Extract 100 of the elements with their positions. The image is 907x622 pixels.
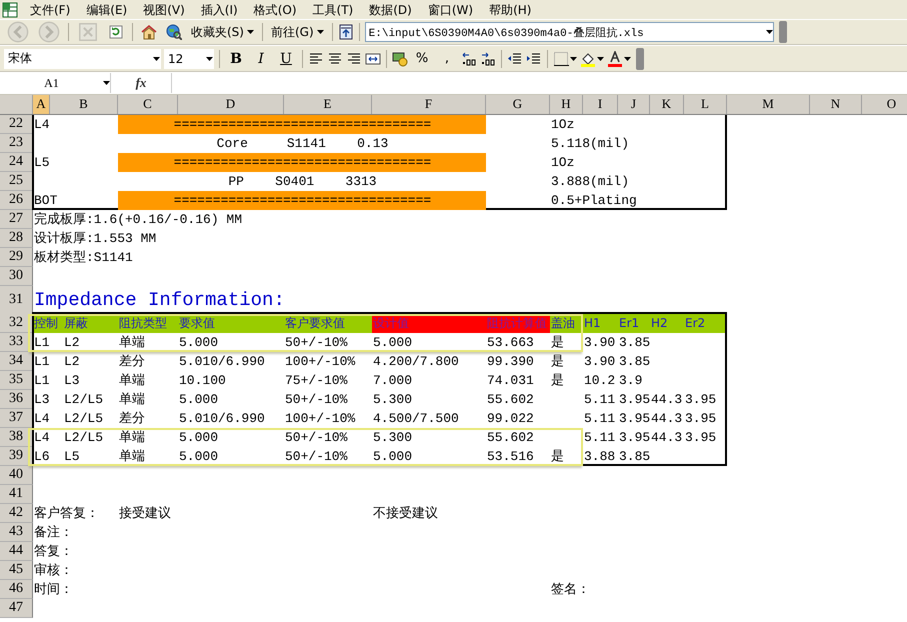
row-header[interactable]: 45 (0, 561, 33, 580)
column-heading: 控制 (33, 315, 58, 332)
row-header[interactable]: 30 (0, 267, 33, 286)
globe-search-icon[interactable] (166, 24, 182, 40)
menu-item[interactable]: 文件(F) (22, 0, 78, 18)
row-header[interactable]: 47 (0, 599, 33, 618)
align-center-icon[interactable] (327, 50, 343, 66)
column-header[interactable]: D (178, 95, 284, 114)
row-header[interactable]: 28 (0, 229, 33, 248)
table-cell-text: 3.90 (583, 334, 616, 352)
dropdown-caret-icon[interactable] (153, 56, 160, 60)
column-header[interactable]: E (284, 95, 372, 114)
row-header[interactable]: 46 (0, 580, 33, 599)
caret-icon[interactable] (316, 30, 324, 34)
column-header[interactable]: H (550, 95, 583, 114)
dropdown-caret-icon[interactable] (766, 30, 773, 34)
underline-button[interactable]: U (275, 48, 297, 70)
table-cell-text: L4 (33, 116, 50, 134)
fill-color-icon[interactable] (580, 50, 596, 66)
refresh-icon[interactable] (108, 24, 124, 40)
toolbar-handle[interactable] (778, 21, 787, 43)
dropdown-button[interactable]: 前往(G) (268, 21, 327, 43)
dropdown-caret-icon[interactable] (206, 56, 213, 60)
menu-item[interactable]: 帮助(H) (481, 0, 540, 18)
menu-item[interactable]: 格式(O) (246, 0, 305, 18)
row-header[interactable]: 36 (0, 390, 33, 409)
column-header[interactable]: J (618, 95, 650, 114)
row-header[interactable]: 31 (0, 286, 33, 315)
column-header[interactable]: C (118, 95, 178, 114)
column-header[interactable]: M (727, 95, 810, 114)
row-header[interactable]: 22 (0, 115, 33, 134)
menu-item[interactable]: 视图(V) (135, 0, 193, 18)
row-header[interactable]: 34 (0, 352, 33, 371)
increase-decimal-icon[interactable] (461, 50, 477, 66)
row-header[interactable]: 29 (0, 248, 33, 267)
home-icon[interactable] (141, 24, 157, 40)
caret-icon[interactable] (246, 30, 254, 34)
menu-item[interactable]: 插入(I) (192, 0, 246, 18)
row-header[interactable]: 27 (0, 210, 33, 229)
menu-item[interactable]: 编辑(E) (78, 0, 136, 18)
format-button[interactable]: , (436, 48, 458, 70)
column-header[interactable]: N (810, 95, 862, 114)
column-header[interactable]: A (33, 95, 50, 114)
align-left-icon[interactable] (308, 50, 324, 66)
table-cell-text: 3.85 (618, 334, 650, 352)
toolbar-handle[interactable] (636, 48, 644, 70)
caret-icon[interactable] (570, 56, 577, 60)
outdent-icon[interactable] (507, 50, 523, 66)
font-field[interactable]: 宋体 (4, 48, 161, 68)
menu-item[interactable]: 数据(D) (361, 0, 420, 18)
row-header[interactable]: 40 (0, 466, 33, 485)
row-header[interactable]: 42 (0, 504, 33, 523)
row-header[interactable]: 25 (0, 172, 33, 191)
row-header[interactable]: 26 (0, 191, 33, 210)
format-button[interactable]: % (411, 48, 433, 70)
row-header[interactable]: 41 (0, 485, 33, 504)
menu-item[interactable]: 工具(T) (304, 0, 362, 18)
bold-button[interactable]: B (225, 48, 247, 70)
table-cell-text: 备注： (33, 524, 73, 542)
row-header[interactable]: 35 (0, 371, 33, 390)
row-header[interactable]: 37 (0, 409, 33, 428)
borders-icon[interactable] (553, 50, 569, 66)
column-header[interactable]: K (650, 95, 684, 114)
table-cell-text: 是 (550, 334, 564, 352)
table-cell-text: 板材类型:S1141 (33, 249, 133, 267)
address-field[interactable]: E:\input\6S0390M4A0\6s0390m4a0-叠层阻抗.xls (364, 22, 774, 42)
column-header[interactable]: O (862, 95, 907, 114)
row-header[interactable]: 23 (0, 134, 33, 153)
dropdown-button[interactable]: 收藏夹(S) (188, 21, 257, 43)
caret-icon[interactable] (597, 56, 604, 60)
table-cell-text: 5.000 (372, 448, 412, 466)
column-header[interactable]: F (372, 95, 486, 114)
table-cell-text: 是 (550, 448, 564, 466)
menu-item[interactable]: 窗口(W) (420, 0, 482, 18)
indent-icon[interactable] (526, 50, 542, 66)
column-header[interactable]: B (50, 95, 118, 114)
table-cell-text: 50+/-10% (284, 334, 348, 352)
row-header[interactable]: 44 (0, 542, 33, 561)
row-header[interactable]: 39 (0, 447, 33, 466)
column-header[interactable]: L (684, 95, 727, 114)
italic-button[interactable]: I (250, 48, 272, 70)
dropdown-caret-icon[interactable] (103, 81, 110, 85)
table-cell-text: 10.100 (178, 372, 226, 390)
decrease-decimal-icon[interactable] (480, 50, 496, 66)
caret-icon[interactable] (624, 56, 631, 60)
column-header[interactable]: I (583, 95, 618, 114)
row-header[interactable]: 24 (0, 153, 33, 172)
row-header[interactable]: 43 (0, 523, 33, 542)
row-header[interactable]: 33 (0, 333, 33, 352)
align-right-icon[interactable] (346, 50, 362, 66)
function-button[interactable]: fx (111, 75, 171, 91)
row-header[interactable]: 38 (0, 428, 33, 447)
currency-icon[interactable] (392, 50, 408, 66)
row-header[interactable]: 32 (0, 314, 33, 333)
table-cell-text: L3 (63, 372, 80, 390)
merge-center-icon[interactable] (365, 50, 381, 66)
layer-label: PP S0401 3313 (227, 173, 378, 191)
column-header[interactable]: G (486, 95, 550, 114)
font-size-field[interactable]: 12 (164, 48, 214, 68)
font-color-icon[interactable] (607, 50, 623, 66)
